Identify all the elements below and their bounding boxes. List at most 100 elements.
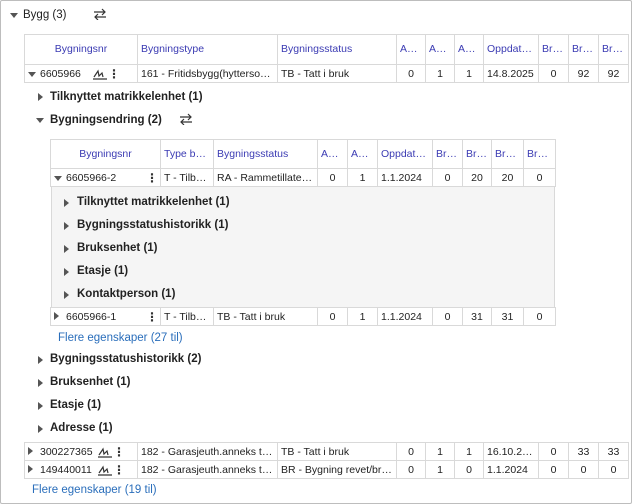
kebab-menu-icon[interactable]: ⋮: [113, 464, 125, 476]
ant-bruksenheter-cell: 1: [425, 460, 455, 479]
ant-boliger-cell: 0: [317, 168, 348, 187]
bruksareal-annet-cell: 0: [568, 460, 599, 479]
col-header-ant-boliger[interactable]: An… bo…: [396, 34, 426, 65]
bygningsendring-section[interactable]: Bygningsendring (2): [50, 114, 162, 126]
col-header-oppdatert[interactable]: Oppdat…: [377, 139, 433, 169]
chevron-right-icon[interactable]: [38, 425, 43, 433]
col-header-type-bygning[interactable]: Type bygning…: [160, 139, 214, 169]
col-header-bruksareal-annet[interactable]: Br… an…: [462, 139, 492, 169]
swap-arrows-icon[interactable]: [179, 113, 193, 125]
bygningsstatus-cell: RA - Rammetillatelse: [213, 168, 318, 187]
bruksareal-bolig-cell: 0: [538, 460, 569, 479]
signature-icon[interactable]: [92, 68, 108, 80]
chevron-down-icon[interactable]: [28, 71, 36, 77]
sub-tilknyttet-matrikkelenhet[interactable]: Tilknyttet matrikkelenhet (1): [77, 196, 230, 208]
col-header-ant-bruksenheter[interactable]: An… br…: [425, 34, 455, 65]
chevron-right-icon[interactable]: [38, 402, 43, 410]
bygningsstatus-cell: TB - Tatt i bruk: [277, 64, 397, 83]
ant-bruksenheter-cell: 1: [425, 442, 455, 461]
sub-kontaktperson[interactable]: Kontaktperson (1): [77, 288, 175, 300]
kebab-menu-icon[interactable]: ⋮: [108, 68, 120, 80]
bruksareal-bolig-cell: 0: [432, 307, 463, 326]
tilknyttet-matrikkelenhet-section[interactable]: Tilknyttet matrikkelenhet (1): [50, 91, 203, 103]
table-row[interactable]: 6605966-1 ⋮ T - Tilbygg TB - Tatt i bruk…: [50, 307, 556, 326]
chevron-right-icon[interactable]: [28, 464, 33, 473]
oppdatert-cell: 14.8.2025: [483, 64, 539, 83]
chevron-right-icon[interactable]: [64, 291, 69, 299]
chevron-right-icon[interactable]: [54, 311, 59, 320]
bygg-table-bottom: 300227365 ⋮ 182 - Garasjeuth.anneks til …: [24, 442, 629, 479]
bruksenhet-section[interactable]: Bruksenhet (1): [50, 376, 131, 388]
bygningsstatus-cell: BR - Bygning revet/brent: [277, 460, 397, 479]
signature-icon[interactable]: [97, 446, 113, 458]
bruksareal-totalt-cell: 92: [598, 64, 629, 83]
bruksareal-annet-cell: 33: [568, 442, 599, 461]
signature-icon[interactable]: [97, 464, 113, 476]
col-header-bygningsstatus[interactable]: Bygningsstatus: [213, 139, 318, 169]
chevron-right-icon[interactable]: [64, 199, 69, 207]
kebab-menu-icon[interactable]: ⋮: [146, 311, 158, 323]
bruksareal-bolig-2-cell: 0: [523, 168, 556, 187]
bygg-panel: Bygg (3) Bygningsnr Bygningstype Bygning…: [0, 0, 632, 504]
chevron-right-icon[interactable]: [64, 245, 69, 253]
type-cell: T - Tilbygg: [160, 307, 214, 326]
oppdatert-cell: 1.1.2024: [377, 168, 433, 187]
ant-bruksenheter-cell: 1: [425, 64, 455, 83]
chevron-right-icon[interactable]: [38, 356, 43, 364]
chevron-down-icon[interactable]: [36, 118, 44, 123]
chevron-right-icon[interactable]: [64, 222, 69, 230]
ant-boliger-cell: 0: [396, 64, 426, 83]
chevron-right-icon[interactable]: [64, 268, 69, 276]
col-header-ant-bruksenheter[interactable]: An… br…: [347, 139, 378, 169]
adresse-section[interactable]: Adresse (1): [50, 422, 113, 434]
bygningsstatushistorikk-section[interactable]: Bygningsstatushistorikk (2): [50, 353, 201, 365]
col-header-ant-etasjer[interactable]: An… eta…: [454, 34, 484, 65]
table-row[interactable]: 149440011 ⋮ 182 - Garasjeuth.anneks til …: [24, 460, 629, 479]
col-header-bygningsstatus[interactable]: Bygningsstatus: [277, 34, 397, 65]
chevron-right-icon[interactable]: [38, 93, 43, 101]
bygningsnr-cell: 300227365: [40, 445, 93, 458]
table-row[interactable]: 6605966-2 ⋮ T - Tilbygg RA - Rammetillat…: [50, 168, 556, 187]
col-header-bruksareal-totalt[interactable]: Br… totalt: [491, 139, 524, 169]
col-header-bygningsnr[interactable]: Bygningsnr: [50, 139, 161, 169]
sub-etasje[interactable]: Etasje (1): [77, 265, 128, 277]
bygg-table-top: Bygningsnr Bygningstype Bygningsstatus A…: [24, 34, 629, 83]
col-header-bruksareal-bolig[interactable]: Br… bolig: [432, 139, 463, 169]
bygg-title[interactable]: Bygg (3): [23, 9, 66, 21]
chevron-right-icon[interactable]: [28, 446, 33, 455]
table-row[interactable]: 300227365 ⋮ 182 - Garasjeuth.anneks til …: [24, 442, 629, 461]
bygningsnr-cell: 6605966-2: [66, 171, 117, 184]
col-header-ant-boliger[interactable]: An… bo…: [317, 139, 348, 169]
col-header-bruksareal-bolig[interactable]: Br… bolig: [538, 34, 569, 65]
bruksareal-bolig-2-cell: 0: [523, 307, 556, 326]
bygningsendring-table: Bygningsnr Type bygning… Bygningsstatus …: [50, 139, 556, 187]
sub-bruksenhet[interactable]: Bruksenhet (1): [77, 242, 158, 254]
chevron-right-icon[interactable]: [38, 379, 43, 387]
col-header-bruksareal-annet[interactable]: Br… an…: [568, 34, 599, 65]
col-header-bruksareal-totalt[interactable]: Bru… totalt: [598, 34, 629, 65]
bruksareal-bolig-cell: 0: [538, 442, 569, 461]
chevron-down-icon[interactable]: [54, 175, 62, 181]
col-header-bruksareal-bolig-2[interactable]: Bru… bolig: [523, 139, 556, 169]
bygningstype-cell: 182 - Garasjeuth.anneks til …: [137, 442, 278, 461]
table-row[interactable]: 6605966 ⋮ 161 - Fritidsbygg(hytterso… TB…: [24, 64, 629, 83]
col-header-bygningstype[interactable]: Bygningstype: [137, 34, 278, 65]
swap-arrows-icon[interactable]: [93, 8, 107, 20]
row-control: 6605966 ⋮: [24, 64, 138, 83]
kebab-menu-icon[interactable]: ⋮: [146, 172, 158, 184]
etasje-section[interactable]: Etasje (1): [50, 399, 101, 411]
col-header-bygningsnr[interactable]: Bygningsnr: [24, 34, 138, 65]
bruksareal-bolig-cell: 0: [432, 168, 463, 187]
ant-boliger-cell: 0: [396, 442, 426, 461]
bygningsnr-cell: 6605966-1: [66, 310, 117, 323]
kebab-menu-icon[interactable]: ⋮: [113, 446, 125, 458]
col-header-oppdatert[interactable]: Oppdat…: [483, 34, 539, 65]
chevron-down-icon[interactable]: [10, 13, 18, 18]
flere-egenskaper-endring-link[interactable]: Flere egenskaper (27 til): [58, 332, 183, 344]
bruksareal-totalt-cell: 31: [491, 307, 524, 326]
sub-bygningsstatushistorikk[interactable]: Bygningsstatushistorikk (1): [77, 219, 228, 231]
bruksareal-totalt-cell: 20: [491, 168, 524, 187]
flere-egenskaper-bygg-link[interactable]: Flere egenskaper (19 til): [32, 484, 157, 496]
ant-bruksenheter-cell: 1: [347, 168, 378, 187]
ant-etasjer-cell: 0: [454, 460, 484, 479]
